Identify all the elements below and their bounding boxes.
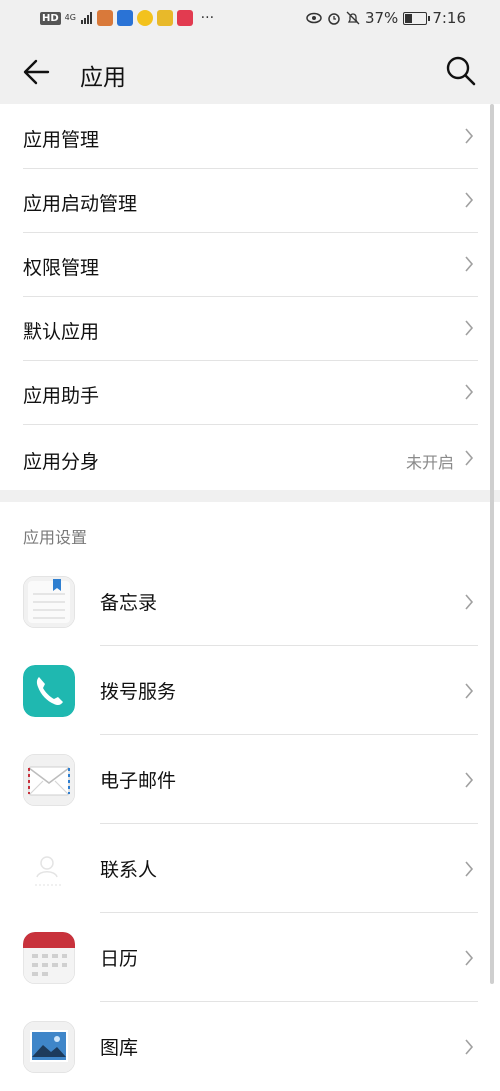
divider bbox=[100, 1001, 478, 1002]
app-item-label: 图库 bbox=[100, 1037, 139, 1059]
battery-icon bbox=[403, 11, 431, 25]
app-item-notepad[interactable]: 备忘录 bbox=[23, 558, 478, 646]
chevron-right-icon bbox=[465, 256, 474, 272]
menu-item-permission-management[interactable]: 权限管理 bbox=[23, 232, 478, 297]
signal-icon bbox=[80, 12, 92, 24]
app-item-label: 电子邮件 bbox=[100, 770, 177, 792]
status-bar: HD 4G ··· 37% 7:16 bbox=[0, 0, 500, 38]
divider bbox=[100, 734, 478, 735]
news-app-icon bbox=[176, 10, 193, 26]
chevron-right-icon bbox=[465, 683, 474, 699]
status-right-icons: 37% 7:16 bbox=[306, 9, 466, 27]
status-left-icons: HD 4G ··· bbox=[40, 10, 214, 26]
page-title: 应用 bbox=[80, 65, 126, 91]
app-item-dialer[interactable]: 拨号服务 bbox=[23, 647, 478, 735]
section-separator bbox=[0, 490, 500, 502]
weibo-icon bbox=[156, 10, 173, 26]
section-header-app-settings: 应用设置 bbox=[23, 528, 88, 547]
phone-icon bbox=[23, 665, 75, 717]
menu-item-label: 应用助手 bbox=[23, 385, 100, 407]
back-arrow-icon[interactable] bbox=[20, 54, 56, 90]
menu-item-label: 默认应用 bbox=[23, 321, 100, 343]
app-item-label: 拨号服务 bbox=[100, 681, 177, 703]
app-item-gallery[interactable]: 图库 bbox=[23, 1003, 478, 1091]
app-twin-status: 未开启 bbox=[405, 453, 454, 472]
menu-item-label: 权限管理 bbox=[23, 257, 100, 279]
network-type: 4G bbox=[64, 13, 76, 22]
divider bbox=[100, 645, 478, 646]
app-item-label: 日历 bbox=[100, 948, 139, 970]
app-bar: 应用 bbox=[0, 38, 500, 104]
menu-item-app-twin[interactable]: 应用分身 未开启 bbox=[23, 424, 478, 490]
app-item-calendar[interactable]: 日历 bbox=[23, 914, 478, 1002]
battery-percent: 37% bbox=[364, 9, 399, 27]
mute-bell-icon bbox=[346, 11, 360, 25]
app-item-label: 备忘录 bbox=[100, 592, 158, 614]
menu-item-label: 应用启动管理 bbox=[23, 193, 138, 215]
menu-item-app-management[interactable]: 应用管理 bbox=[23, 104, 478, 169]
scrollbar[interactable] bbox=[490, 104, 494, 984]
divider bbox=[100, 912, 478, 913]
menu-item-app-assistant[interactable]: 应用助手 bbox=[23, 360, 478, 425]
chevron-right-icon bbox=[465, 1039, 474, 1055]
menu-item-default-apps[interactable]: 默认应用 bbox=[23, 296, 478, 361]
notepad-icon bbox=[23, 576, 75, 628]
app-item-contacts[interactable]: 联系人 bbox=[23, 825, 478, 913]
search-icon[interactable] bbox=[444, 54, 478, 88]
mail-icon bbox=[23, 754, 75, 806]
chevron-right-icon bbox=[465, 594, 474, 610]
chevron-right-icon bbox=[465, 128, 474, 144]
chevron-right-icon bbox=[465, 772, 474, 788]
divider bbox=[100, 823, 478, 824]
chevron-right-icon bbox=[465, 384, 474, 400]
star-app-icon bbox=[136, 10, 153, 26]
game-app-icon bbox=[96, 10, 113, 26]
app-menu-list: 应用管理 应用启动管理 权限管理 默认应用 应用助手 应用分身 未开启 bbox=[0, 104, 500, 490]
menu-item-startup-management[interactable]: 应用启动管理 bbox=[23, 168, 478, 233]
menu-item-label: 应用管理 bbox=[23, 129, 100, 151]
app-item-email[interactable]: 电子邮件 bbox=[23, 736, 478, 824]
clock: 7:16 bbox=[432, 9, 466, 27]
alarm-icon bbox=[328, 13, 340, 25]
chevron-right-icon bbox=[465, 861, 474, 877]
contacts-icon bbox=[23, 843, 75, 895]
chevron-right-icon bbox=[465, 192, 474, 208]
menu-item-label: 应用分身 bbox=[23, 451, 100, 473]
more-notifications-icon: ··· bbox=[200, 10, 215, 26]
send-app-icon bbox=[116, 10, 133, 26]
hd-badge: HD bbox=[40, 11, 61, 25]
gallery-icon bbox=[23, 1021, 75, 1073]
chevron-right-icon bbox=[465, 950, 474, 966]
chevron-right-icon bbox=[465, 320, 474, 336]
app-item-label: 联系人 bbox=[100, 859, 158, 881]
calendar-icon bbox=[23, 932, 75, 984]
eye-icon bbox=[306, 12, 322, 24]
chevron-right-icon bbox=[465, 450, 474, 466]
